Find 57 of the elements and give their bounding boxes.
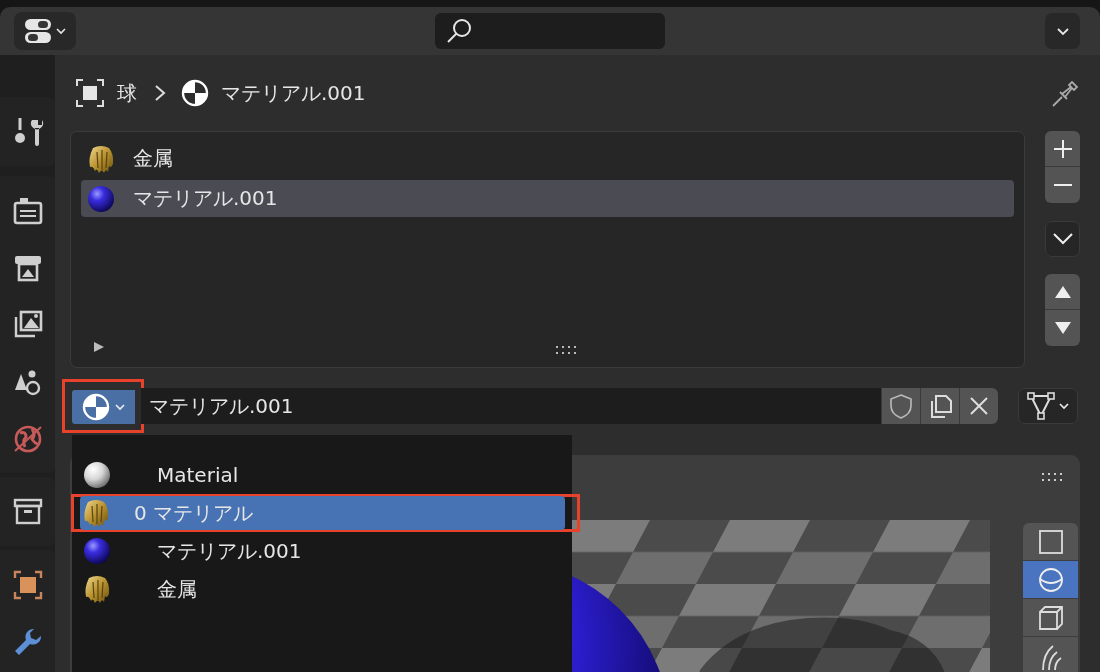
material-name-field[interactable]: マテリアル.001 bbox=[141, 388, 881, 424]
material-slot[interactable]: マテリアル.001 bbox=[81, 180, 1014, 217]
preview-type-button[interactable] bbox=[1023, 523, 1078, 561]
cube-icon bbox=[1036, 603, 1065, 632]
preview-type-button[interactable] bbox=[1023, 637, 1078, 672]
material-slot[interactable]: 金属 bbox=[81, 140, 1014, 177]
object-name: 球 bbox=[117, 79, 137, 107]
menu-item[interactable]: マテリアル.001 bbox=[75, 534, 563, 568]
browse-material-button[interactable] bbox=[72, 390, 135, 424]
duplicate-button[interactable] bbox=[920, 388, 959, 424]
expand-triangle-icon[interactable] bbox=[93, 341, 105, 353]
material-icon bbox=[181, 79, 209, 107]
triangle-up-icon bbox=[1053, 284, 1072, 299]
plane-icon bbox=[1036, 527, 1065, 556]
options-dropdown-button[interactable] bbox=[1045, 13, 1080, 49]
caret-icon bbox=[1051, 232, 1074, 246]
triangle-down-icon bbox=[1053, 321, 1072, 335]
sphere-icon bbox=[1036, 565, 1065, 594]
move-down-button[interactable] bbox=[1045, 310, 1080, 346]
chevron-right-icon bbox=[153, 83, 167, 103]
remove-slot-button[interactable] bbox=[1045, 167, 1080, 203]
preview-type-button[interactable] bbox=[1023, 599, 1078, 637]
shiny-ball-icon bbox=[87, 184, 115, 213]
plus-icon bbox=[1052, 138, 1073, 159]
slot-specials-button[interactable] bbox=[1045, 221, 1080, 257]
draped-cloth-icon bbox=[83, 574, 111, 604]
resize-grip-icon[interactable] bbox=[556, 346, 578, 354]
caret-icon bbox=[54, 25, 67, 37]
minus-icon bbox=[1052, 184, 1073, 186]
caret-icon bbox=[113, 401, 126, 413]
search-icon bbox=[445, 17, 473, 45]
object-square-icon[interactable] bbox=[11, 568, 44, 601]
menu-item[interactable]: 0 マテリアル bbox=[80, 496, 565, 530]
add-slot-button[interactable] bbox=[1045, 131, 1080, 167]
mesh-triangle-icon bbox=[1026, 391, 1056, 421]
menu-item[interactable]: Material bbox=[75, 458, 563, 492]
editor-type-button[interactable] bbox=[14, 12, 76, 50]
matte-ball-icon bbox=[83, 461, 111, 489]
caret-icon bbox=[1058, 400, 1070, 412]
link-type-dropdown[interactable] bbox=[1018, 388, 1078, 424]
material-name: マテリアル.001 bbox=[221, 79, 366, 107]
pin-icon[interactable] bbox=[1050, 78, 1080, 108]
unlink-button[interactable] bbox=[959, 388, 998, 424]
shield-icon bbox=[889, 393, 913, 419]
shiny-ball-icon bbox=[83, 537, 111, 565]
material-icon bbox=[81, 393, 110, 421]
toggle-switch-icon bbox=[23, 17, 52, 45]
draped-cloth-icon bbox=[82, 498, 110, 528]
object-frame-icon bbox=[75, 78, 105, 108]
preview-type-button[interactable] bbox=[1023, 561, 1078, 599]
close-icon bbox=[969, 396, 989, 416]
draped-cloth-icon bbox=[87, 143, 115, 174]
fake-user-button[interactable] bbox=[881, 388, 920, 424]
resize-grip-icon[interactable] bbox=[1042, 473, 1064, 481]
search-field[interactable] bbox=[435, 13, 665, 49]
menu-item[interactable]: 金属 bbox=[75, 572, 563, 606]
move-up-button[interactable] bbox=[1045, 274, 1080, 310]
